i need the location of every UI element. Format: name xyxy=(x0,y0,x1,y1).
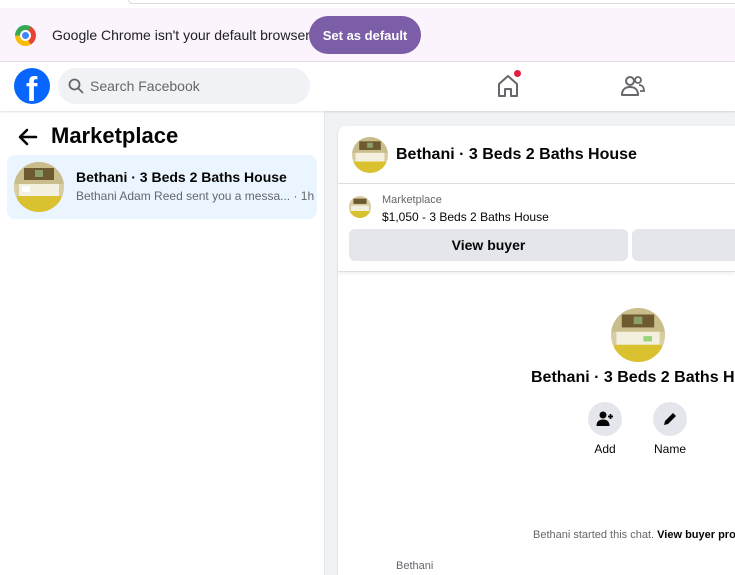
conversation-title: Bethani · 3 Beds 2 Baths House xyxy=(76,169,287,185)
browser-tab-strip xyxy=(0,0,735,8)
pencil-icon xyxy=(664,413,676,425)
listing-thumbnail xyxy=(14,162,64,212)
set-as-default-button[interactable]: Set as default xyxy=(309,16,421,54)
chat-header-thumbnail[interactable] xyxy=(352,137,388,173)
friends-tab[interactable] xyxy=(619,72,647,100)
add-people-action[interactable]: Add xyxy=(575,402,635,456)
view-buyer-profile-link[interactable]: View buyer profile xyxy=(657,529,735,541)
listing-price-title[interactable]: $1,050 - 3 Beds 2 Baths House xyxy=(382,210,549,224)
marketplace-inbox: Marketplace Bethani · 3 Beds 2 Baths Hou… xyxy=(0,111,325,575)
secondary-action-button[interactable] xyxy=(632,229,735,261)
add-action-label: Add xyxy=(594,442,616,456)
view-buyer-button[interactable]: View buyer xyxy=(349,229,628,261)
address-bar-edge xyxy=(128,0,735,4)
default-browser-infobar: Google Chrome isn't your default browser… xyxy=(0,8,735,62)
chat-window: Bethani · 3 Beds 2 Baths House Marketpla… xyxy=(338,126,735,575)
name-action-label: Name xyxy=(653,442,686,456)
add-person-icon xyxy=(596,411,613,426)
name-action-circle[interactable] xyxy=(653,402,687,436)
chat-started-notice: Bethani started this chat. View buyer pr… xyxy=(533,529,735,541)
conversation-preview: Bethani Adam Reed sent you a messa... · … xyxy=(76,189,315,203)
listing-summary: Marketplace $1,050 - 3 Beds 2 Baths Hous… xyxy=(338,184,735,272)
search-box[interactable] xyxy=(58,68,310,104)
chrome-logo-icon xyxy=(15,25,36,46)
facebook-top-nav: f xyxy=(0,62,735,111)
page-title: Marketplace xyxy=(51,123,179,148)
facebook-logo-letter: f xyxy=(26,71,38,104)
search-input[interactable] xyxy=(90,68,300,104)
search-icon xyxy=(68,78,84,94)
back-arrow-icon[interactable] xyxy=(17,126,39,148)
chat-intro-title: Bethani · 3 Beds 2 Baths House xyxy=(531,369,735,386)
add-action-circle[interactable] xyxy=(588,402,622,436)
name-chat-action[interactable]: Name xyxy=(640,402,700,456)
facebook-logo[interactable]: f xyxy=(14,68,50,104)
chat-intro-thumbnail xyxy=(611,308,665,362)
message-sender-name: Bethani xyxy=(396,560,434,572)
listing-source-label: Marketplace xyxy=(382,194,442,206)
chat-started-text: Bethani started this chat. xyxy=(533,529,655,541)
chat-intro: Bethani · 3 Beds 2 Baths House Add Name xyxy=(338,272,735,575)
listing-small-thumbnail[interactable] xyxy=(349,196,371,218)
infobar-message: Google Chrome isn't your default browser xyxy=(52,27,310,43)
home-tab[interactable] xyxy=(494,70,522,100)
conversation-item[interactable]: Bethani · 3 Beds 2 Baths House Bethani A… xyxy=(7,155,317,219)
chat-header-title[interactable]: Bethani · 3 Beds 2 Baths House xyxy=(396,146,637,164)
notification-dot xyxy=(514,70,521,77)
friends-icon xyxy=(621,76,645,96)
chat-header: Bethani · 3 Beds 2 Baths House xyxy=(338,126,735,184)
